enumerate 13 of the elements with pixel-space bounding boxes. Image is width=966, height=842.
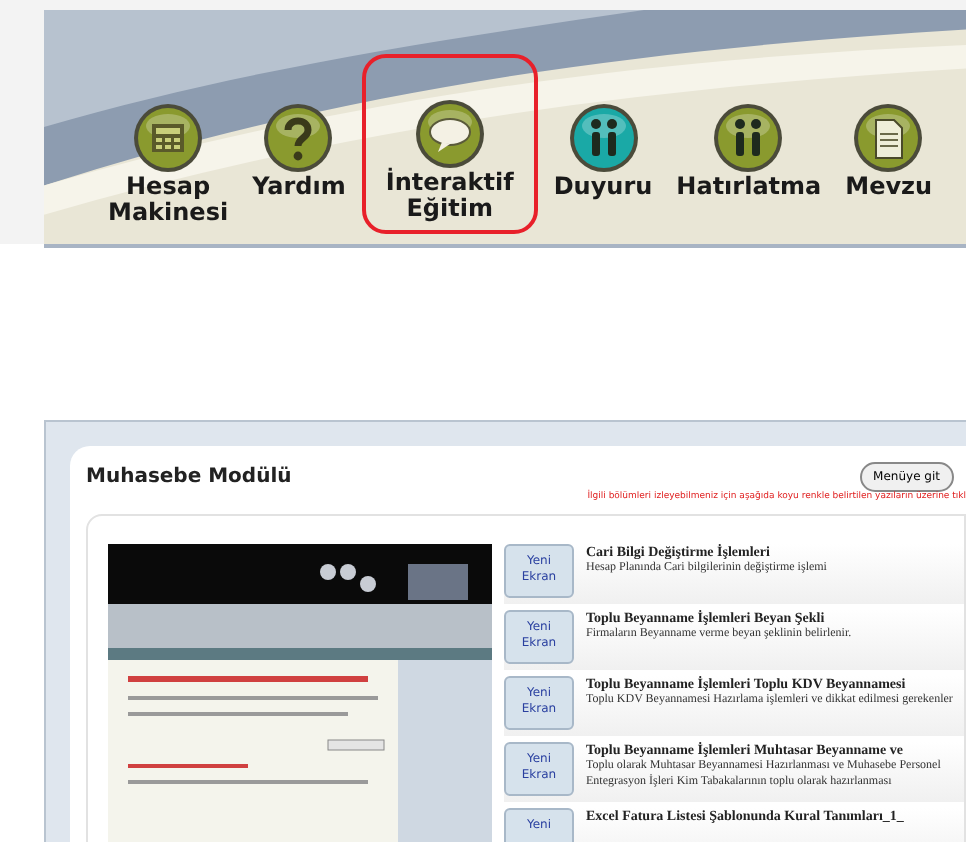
- toolbar-item[interactable]: Duyuru: [545, 98, 661, 204]
- help-icon: [262, 102, 335, 174]
- speech-bubble-icon: [413, 98, 486, 170]
- module-title: Muhasebe Modülü: [86, 466, 292, 488]
- calculator-icon: [132, 102, 205, 174]
- people-icon: [567, 102, 639, 174]
- toolbar-item[interactable]: Hatırlatma: [668, 98, 830, 204]
- toolbar-item[interactable]: Mevzu: [837, 98, 941, 204]
- people-icon: [712, 102, 785, 174]
- toolbar-item[interactable]: Yardım: [244, 98, 354, 204]
- document-icon: [852, 102, 925, 174]
- toolbar-item[interactable]: Hesap Makinesi: [100, 98, 237, 230]
- toolbar-item[interactable]: İnteraktif Eğitim: [361, 54, 538, 234]
